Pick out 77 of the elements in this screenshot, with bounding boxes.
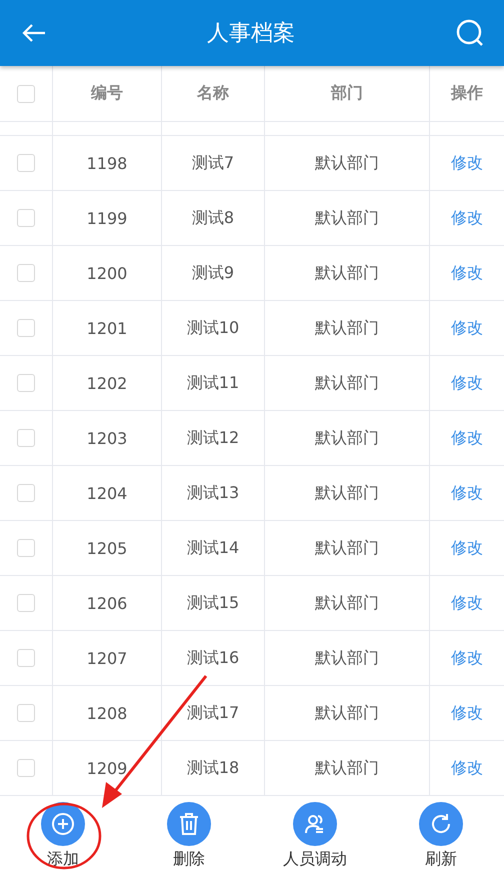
table-cell: 测试16 [186, 648, 240, 668]
search-button[interactable] [456, 19, 484, 47]
table-cell: 1199 [86, 208, 128, 228]
table-cell: 1208 [86, 704, 128, 722]
refresh-icon [429, 812, 453, 836]
table-cell: 测试11 [186, 372, 240, 394]
table-cell: 1203 [86, 428, 128, 448]
table-cell: 1206 [86, 594, 128, 612]
column-header: 部门 [331, 83, 363, 104]
row-checkbox[interactable] [17, 759, 35, 777]
table-cell: 测试17 [186, 702, 240, 724]
column-header: 编号 [91, 83, 123, 104]
row-checkbox[interactable] [17, 594, 35, 612]
edit-link[interactable]: 修改 [451, 208, 483, 228]
back-arrow-icon [22, 23, 46, 43]
column-header: 操作 [451, 83, 483, 104]
table-cell: 默认部门 [315, 482, 379, 504]
row-checkbox[interactable] [17, 374, 35, 392]
page-title: 人事档案 [207, 20, 295, 48]
table-cell: 默认部门 [315, 262, 379, 284]
plus-icon [51, 812, 75, 836]
edit-link[interactable]: 修改 [451, 758, 483, 778]
select-all-checkbox[interactable] [17, 84, 35, 102]
toolbar-button[interactable]: 删除 [126, 802, 252, 870]
table-cell: 默认部门 [315, 702, 379, 724]
row-checkbox[interactable] [17, 704, 35, 722]
edit-link[interactable]: 修改 [451, 262, 483, 284]
table-cell: 默认部门 [315, 372, 379, 394]
row-checkbox[interactable] [17, 154, 35, 172]
table-cell: 测试15 [186, 592, 240, 614]
toolbar-button[interactable]: 添加 [0, 802, 126, 870]
table-cell: 1200 [86, 264, 128, 282]
table-cell: 1204 [86, 484, 128, 502]
edit-link[interactable]: 修改 [451, 592, 483, 614]
table-cell: 1201 [86, 318, 128, 338]
table-cell: 默认部门 [315, 152, 379, 174]
table-cell: 1207 [86, 648, 128, 668]
table-cell: 测试13 [186, 482, 240, 504]
table-cell: 测试18 [186, 758, 240, 778]
edit-link[interactable]: 修改 [451, 318, 483, 338]
row-checkbox[interactable] [17, 264, 35, 282]
edit-link[interactable]: 修改 [451, 372, 483, 394]
toolbar-button[interactable]: 人员调动 [252, 802, 378, 870]
trash-icon [178, 812, 200, 836]
row-checkbox[interactable] [17, 539, 35, 557]
column-header: 名称 [197, 83, 229, 104]
edit-link[interactable]: 修改 [451, 152, 483, 174]
search-icon [456, 19, 484, 47]
table-cell: 默认部门 [315, 538, 379, 558]
table-cell: 1205 [86, 538, 128, 558]
table-cell: 测试7 [192, 152, 234, 174]
edit-link[interactable]: 修改 [451, 702, 483, 724]
toolbar-button[interactable]: 刷新 [378, 802, 504, 870]
table-cell: 测试10 [186, 318, 240, 338]
table-cell: 测试14 [186, 538, 240, 558]
row-checkbox[interactable] [17, 429, 35, 447]
edit-link[interactable]: 修改 [451, 648, 483, 668]
table-cell: 1209 [86, 758, 128, 778]
edit-link[interactable]: 修改 [451, 428, 483, 448]
edit-link[interactable]: 修改 [451, 538, 483, 558]
row-checkbox[interactable] [17, 484, 35, 502]
row-checkbox[interactable] [17, 209, 35, 227]
table-cell: 默认部门 [315, 758, 379, 778]
table-cell: 默认部门 [315, 318, 379, 338]
back-button[interactable] [22, 23, 46, 43]
table-cell: 测试12 [186, 428, 240, 448]
table-cell: 测试8 [192, 208, 234, 228]
table-cell: 1202 [86, 374, 128, 392]
edit-link[interactable]: 修改 [451, 482, 483, 504]
table-cell: 测试9 [192, 262, 234, 284]
table-cell: 默认部门 [315, 592, 379, 614]
row-checkbox[interactable] [17, 649, 35, 667]
table-cell: 默认部门 [315, 428, 379, 448]
row-checkbox[interactable] [17, 319, 35, 337]
table-cell: 默认部门 [315, 208, 379, 228]
table-cell: 默认部门 [315, 648, 379, 668]
table-cell: 1198 [86, 154, 128, 172]
